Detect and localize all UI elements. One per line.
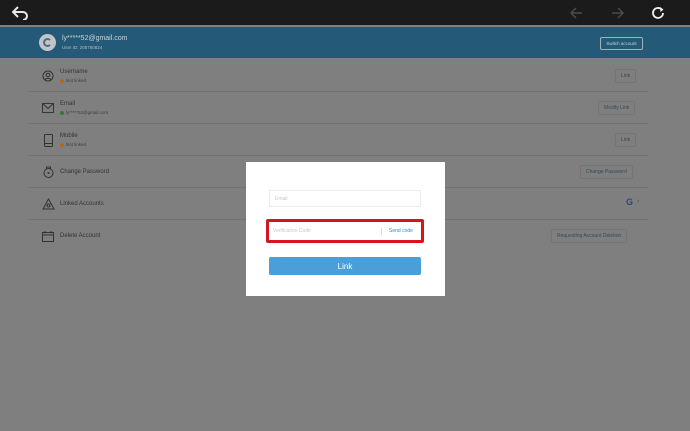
username-row: Username Not linked Link	[28, 60, 648, 92]
switch-account-button[interactable]: Switch account	[600, 37, 643, 50]
account-header: ly*****52@gmail.com User ID: 205780824 S…	[0, 27, 690, 58]
status-dot	[60, 110, 64, 115]
phone-icon	[41, 133, 55, 147]
send-code-button[interactable]: Send code	[389, 225, 413, 237]
avatar	[39, 34, 56, 51]
delete-account-label: Delete Account	[60, 233, 101, 239]
calendar-delete-icon	[41, 229, 55, 243]
change-password-label: Change Password	[60, 169, 110, 175]
email-input[interactable]: Email	[269, 190, 421, 207]
email-status: ly*****52@gmail.com	[60, 110, 108, 115]
mobile-status: Not linked	[60, 142, 86, 147]
verification-code-highlight: Verification Code Send code	[266, 219, 424, 243]
username-status: Not linked	[60, 78, 86, 83]
link-button[interactable]: Link	[269, 257, 421, 275]
linked-accounts-icon	[41, 197, 55, 211]
mobile-row: Mobile Not linked Link	[28, 124, 648, 156]
user-icon	[41, 69, 55, 83]
username-label: Username	[60, 69, 88, 75]
status-dot	[60, 142, 64, 147]
mobile-label: Mobile	[60, 133, 78, 139]
username-link-button[interactable]: Link	[615, 69, 637, 83]
next-arrow-icon[interactable]	[608, 3, 628, 23]
mail-icon	[41, 101, 55, 115]
verification-code-input[interactable]: Verification Code	[272, 225, 386, 237]
modify-link-button[interactable]: Modify Link	[598, 101, 636, 115]
email-row: Email ly*****52@gmail.com Modify Link	[28, 92, 648, 124]
account-user-id: User ID: 205780824	[62, 45, 103, 50]
email-label: Email	[60, 101, 76, 107]
request-deletion-button[interactable]: Requesting Account Deletion	[551, 229, 628, 243]
chevron-right-icon: ›	[637, 198, 640, 205]
google-icon: G	[626, 197, 634, 207]
refresh-icon[interactable]	[648, 3, 668, 23]
prev-arrow-icon[interactable]	[566, 3, 586, 23]
change-password-button[interactable]: Change Password	[580, 165, 633, 179]
divider	[381, 228, 382, 235]
back-arrow-icon[interactable]	[10, 3, 30, 23]
account-email: ly*****52@gmail.com	[62, 35, 128, 42]
status-dot	[60, 78, 64, 83]
mobile-link-button[interactable]: Link	[615, 133, 637, 147]
top-toolbar	[0, 0, 690, 25]
linked-accounts-label: Linked Accounts	[60, 201, 104, 207]
link-email-dialog: Email Verification Code Send code Link	[246, 162, 445, 296]
lock-icon	[41, 165, 55, 179]
